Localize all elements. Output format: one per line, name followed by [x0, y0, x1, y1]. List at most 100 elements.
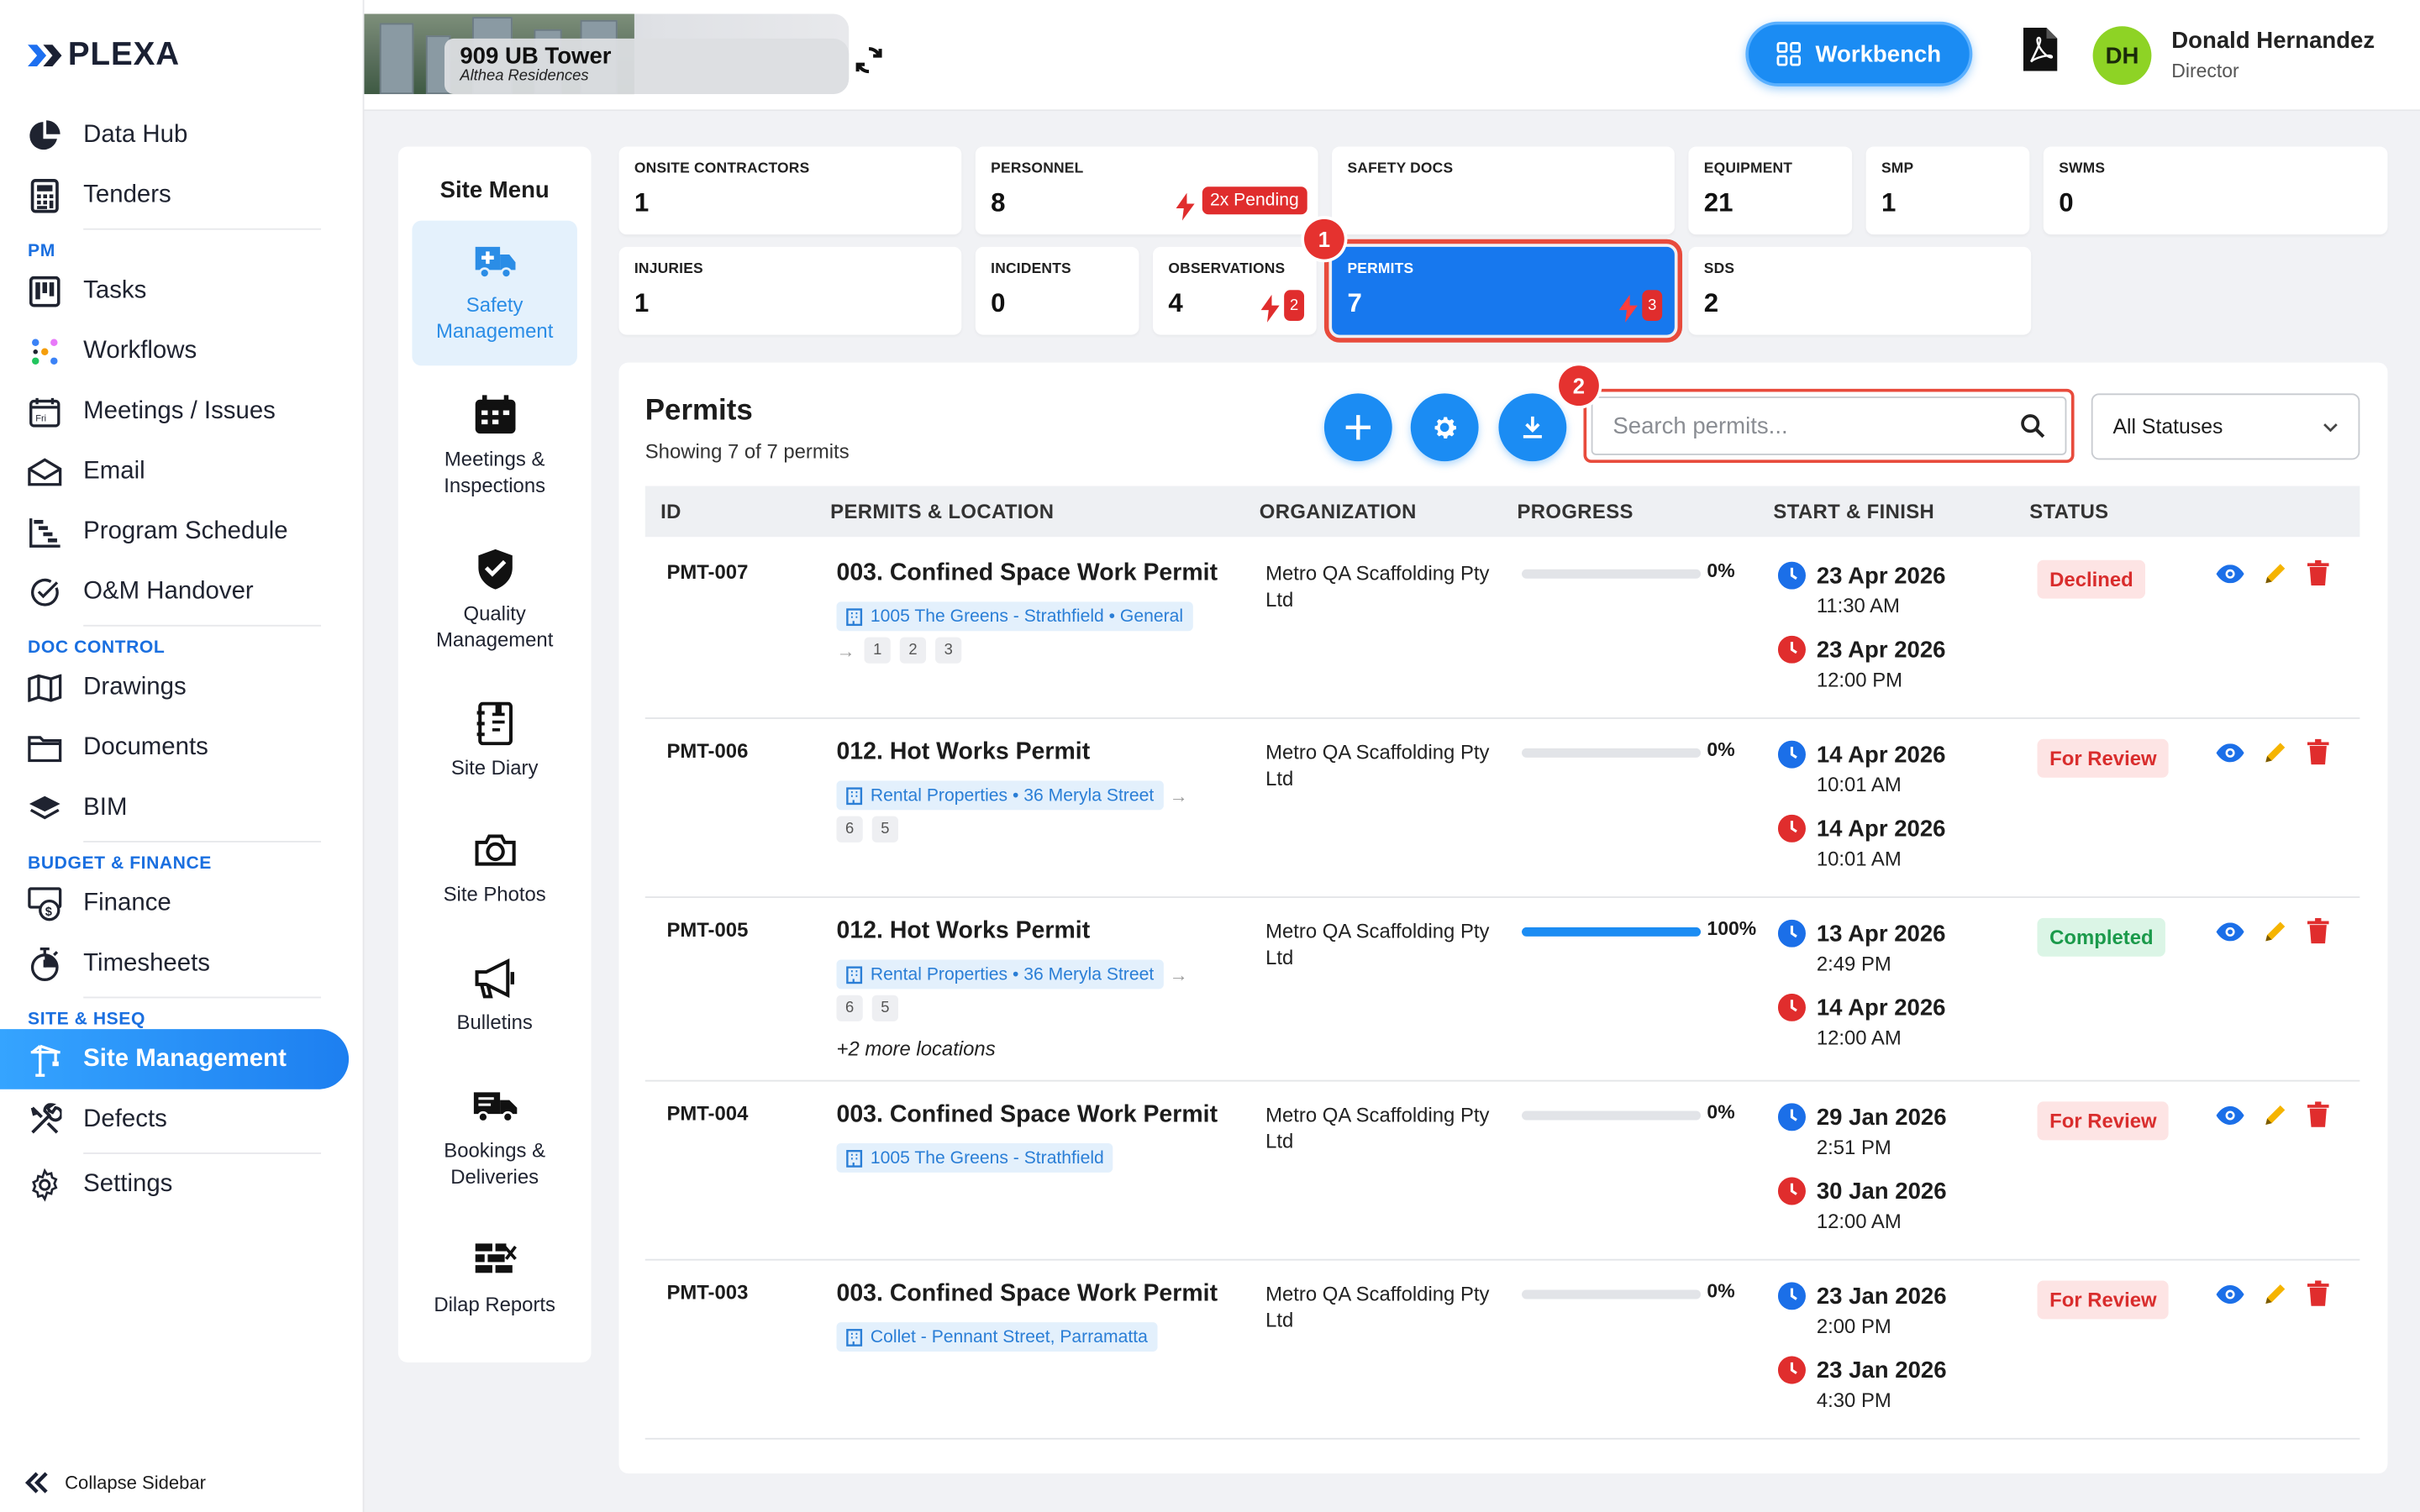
- add-permit-button[interactable]: [1323, 393, 1392, 462]
- sidebar-item-finance[interactable]: $ Finance: [0, 874, 364, 934]
- sidebar-item-site-management[interactable]: Site Management: [0, 1029, 350, 1089]
- search-input[interactable]: [1612, 412, 1984, 439]
- sidebar-item-label: Email: [83, 457, 145, 484]
- stat-card-safety-docs[interactable]: SAFETY DOCS: [1332, 146, 1675, 235]
- sidebar-item-tasks[interactable]: Tasks: [0, 260, 364, 321]
- sub-location-number[interactable]: 6: [836, 816, 863, 843]
- sidebar-item-meetings-issues[interactable]: Fri Meetings / Issues: [0, 381, 364, 442]
- site-menu-item-label: Bookings & Deliveries: [444, 1138, 546, 1189]
- delete-icon[interactable]: [2307, 1101, 2329, 1127]
- stat-label: PERMITS: [1347, 260, 1414, 278]
- delete-icon[interactable]: [2307, 738, 2329, 765]
- organization-name: Metro QA Scaffolding Pty Ltd: [1265, 1103, 1490, 1153]
- sidebar-item-documents[interactable]: Documents: [0, 717, 364, 778]
- stat-card-permits[interactable]: PERMITS 7 3: [1323, 239, 1683, 343]
- sub-location-number[interactable]: 5: [871, 995, 898, 1021]
- site-menu-item-site-photos[interactable]: Site Photos: [412, 810, 577, 955]
- location-chip[interactable]: 1005 The Greens - Strathfield: [836, 1143, 1113, 1173]
- delete-icon[interactable]: [2307, 917, 2329, 944]
- download-button[interactable]: [1498, 393, 1567, 462]
- start-time: 2:51 PM: [1816, 1135, 1891, 1159]
- more-locations-link[interactable]: +2 more locations: [837, 1037, 996, 1060]
- table-row[interactable]: PMT-005 012. Hot Works Permit Rental Prope…: [644, 898, 2360, 1082]
- sub-location-number[interactable]: 5: [871, 816, 898, 843]
- sidebar-item-tenders[interactable]: Tenders: [0, 165, 364, 226]
- stat-card-swms[interactable]: SWMS 0: [2043, 146, 2388, 235]
- location-chip[interactable]: Rental Properties • 36 Meryla Street: [836, 959, 1164, 990]
- sidebar-item-email[interactable]: Email: [0, 441, 364, 501]
- stat-card-injuries[interactable]: INJURIES 1: [618, 246, 962, 335]
- table-row[interactable]: PMT-007 003. Confined Space Work Permit 10…: [644, 540, 2360, 719]
- sidebar-item-label: Tenders: [83, 181, 171, 208]
- site-menu-item-bulletins[interactable]: Bulletins: [412, 938, 577, 1084]
- site-menu-item-meetings-inspections[interactable]: Meetings & Inspections: [412, 375, 577, 520]
- start-clock-icon: [1777, 740, 1806, 769]
- permit-title[interactable]: 003. Confined Space Work Permit: [837, 560, 1218, 588]
- workbench-button[interactable]: Workbench: [1745, 21, 1973, 87]
- view-icon[interactable]: [2216, 1105, 2244, 1125]
- stat-card-observations[interactable]: OBSERVATIONS 4 2: [1153, 246, 1317, 335]
- sidebar-item-workflows[interactable]: Workflows: [0, 321, 364, 381]
- sidebar-item-bim[interactable]: BIM: [0, 778, 364, 838]
- stat-card-smp[interactable]: SMP 1: [1865, 146, 2030, 235]
- sidebar-item-program-schedule[interactable]: Program Schedule: [0, 501, 364, 562]
- site-menu-item-site-diary[interactable]: Site Diary: [412, 684, 577, 829]
- permit-title[interactable]: 003. Confined Space Work Permit: [837, 1101, 1218, 1129]
- permit-title[interactable]: 012. Hot Works Permit: [837, 739, 1091, 767]
- sidebar-item-defects[interactable]: Defects: [0, 1089, 364, 1150]
- table-row[interactable]: PMT-006 012. Hot Works Permit Rental Prope…: [644, 719, 2360, 898]
- finish-date: 14 Apr 2026: [1816, 994, 1946, 1021]
- sync-icon[interactable]: [852, 43, 886, 76]
- row-actions: [2216, 738, 2329, 765]
- table-row[interactable]: PMT-004 003. Confined Space Work Permit 10…: [644, 1082, 2360, 1261]
- sidebar-item-drawings[interactable]: Drawings: [0, 657, 364, 717]
- stat-card-incidents[interactable]: INCIDENTS 0: [975, 246, 1139, 335]
- sub-location-number[interactable]: 2: [899, 637, 927, 664]
- search-permits: [1583, 388, 2075, 464]
- settings-button[interactable]: [1410, 393, 1479, 462]
- permits-title: Permits: [644, 395, 753, 428]
- row-actions: [2216, 917, 2329, 944]
- view-icon[interactable]: [2216, 564, 2244, 583]
- project-selector[interactable]: 909 UB Tower Althea Residences: [364, 13, 850, 95]
- sidebar-section-title: DOC CONTROL: [28, 638, 166, 658]
- sidebar-item-timesheets[interactable]: Timesheets: [0, 933, 364, 994]
- location-chip[interactable]: Collet - Pennant Street, Parramatta: [836, 1322, 1157, 1352]
- pdf-icon[interactable]: [2023, 28, 2058, 71]
- sub-location-number[interactable]: 3: [935, 637, 962, 664]
- table-row[interactable]: PMT-003 003. Confined Space Work Permit Co…: [644, 1261, 2360, 1440]
- stat-card-sds[interactable]: SDS 2: [1688, 246, 2032, 335]
- delete-icon[interactable]: [2307, 559, 2329, 586]
- permit-title[interactable]: 003. Confined Space Work Permit: [837, 1280, 1218, 1308]
- edit-icon[interactable]: [2264, 562, 2287, 585]
- view-icon[interactable]: [2216, 743, 2244, 762]
- delete-icon[interactable]: [2307, 1280, 2329, 1306]
- view-icon[interactable]: [2216, 921, 2244, 941]
- plexa-logo[interactable]: PLEXA: [28, 37, 180, 74]
- stat-card-equipment[interactable]: EQUIPMENT 21: [1688, 146, 1853, 235]
- edit-icon[interactable]: [2264, 1282, 2287, 1305]
- status-filter-select[interactable]: All Statuses: [2091, 393, 2360, 460]
- collapse-sidebar-button[interactable]: Collapse Sidebar: [24, 1472, 206, 1494]
- location-chip[interactable]: 1005 The Greens - Strathfield • General: [836, 601, 1193, 632]
- sidebar-item-data-hub[interactable]: Data Hub: [0, 105, 364, 165]
- site-menu-item-quality-management[interactable]: Quality Management: [412, 529, 577, 675]
- sidebar-item-settings[interactable]: Settings: [0, 1154, 364, 1215]
- stat-card-onsite-contractors[interactable]: ONSITE CONTRACTORS 1: [618, 146, 962, 235]
- edit-icon[interactable]: [2264, 741, 2287, 764]
- avatar[interactable]: DH: [2092, 26, 2152, 86]
- sub-location-number[interactable]: 6: [836, 995, 863, 1021]
- sidebar-item-o-m-handover[interactable]: O&M Handover: [0, 562, 364, 622]
- permit-title[interactable]: 012. Hot Works Permit: [837, 918, 1091, 946]
- site-menu-item-dilap-reports[interactable]: Dilap Reports: [412, 1221, 577, 1366]
- location-chip[interactable]: Rental Properties • 36 Meryla Street: [836, 780, 1164, 811]
- sub-location-number[interactable]: 1: [864, 637, 891, 664]
- edit-icon[interactable]: [2264, 920, 2287, 943]
- site-menu-item-bookings-deliveries[interactable]: Bookings & Deliveries: [412, 1066, 577, 1211]
- view-icon[interactable]: [2216, 1284, 2244, 1304]
- site-menu-item-label: Quality Management: [435, 601, 554, 652]
- progress-bar: [1522, 927, 1702, 937]
- edit-icon[interactable]: [2264, 1103, 2287, 1126]
- site-menu-item-safety-management[interactable]: Safety Management: [412, 220, 577, 366]
- stat-card-personnel[interactable]: PERSONNEL 8 2x Pending: [975, 146, 1318, 235]
